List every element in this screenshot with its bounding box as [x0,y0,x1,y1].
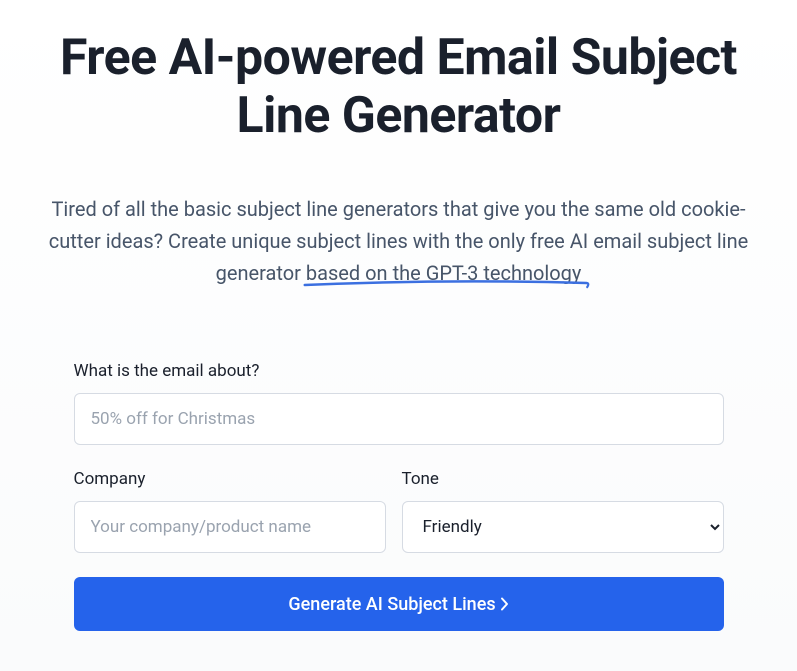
subtitle: Tired of all the basic subject line gene… [40,193,757,289]
company-input[interactable] [74,501,386,553]
subtitle-highlight: based on the GPT-3 technology [306,261,582,285]
generate-button-label: Generate AI Subject Lines [288,594,495,615]
chevron-right-icon [500,597,509,611]
company-field: Company [74,469,386,553]
page-title: Free AI-powered Email Subject Line Gener… [40,30,757,145]
about-label: What is the email about? [74,361,724,381]
generate-button[interactable]: Generate AI Subject Lines [74,577,724,631]
tone-select[interactable]: Friendly [402,501,724,553]
tone-label: Tone [402,469,724,489]
subtitle-container: Tired of all the basic subject line gene… [40,193,757,289]
about-field-row: What is the email about? [74,361,724,445]
form-container: What is the email about? Company Tone Fr… [74,361,724,631]
tone-field: Tone Friendly [402,469,724,553]
company-tone-row: Company Tone Friendly [74,469,724,553]
company-label: Company [74,469,386,489]
about-input[interactable] [74,393,724,445]
